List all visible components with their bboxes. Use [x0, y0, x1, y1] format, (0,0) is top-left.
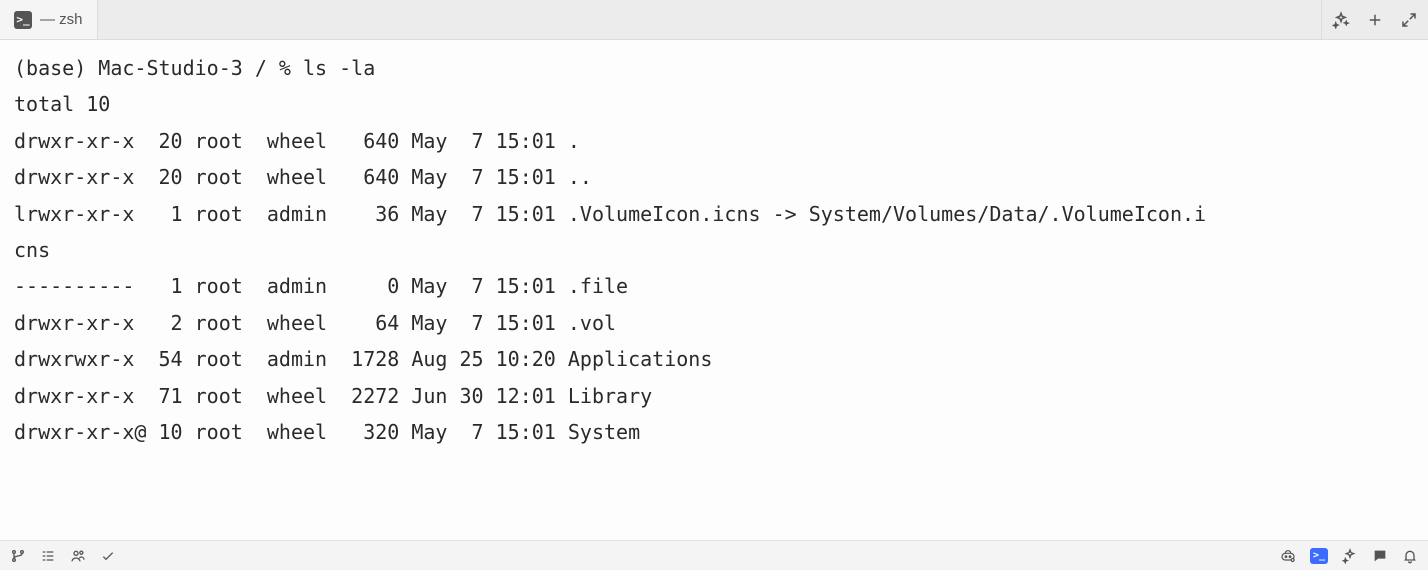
tab-title: — zsh: [40, 11, 83, 28]
tabbar-actions: [1321, 0, 1428, 39]
accounts-icon[interactable]: [70, 548, 86, 564]
bell-icon[interactable]: [1402, 548, 1418, 564]
sparkle-icon[interactable]: [1332, 11, 1350, 29]
plus-icon[interactable]: [1366, 11, 1384, 29]
branch-icon[interactable]: [10, 548, 26, 564]
terminal-badge-icon[interactable]: >_: [1310, 548, 1328, 564]
chat-icon[interactable]: [1372, 548, 1388, 564]
terminal-output[interactable]: (base) Mac-Studio-3 / % ls -la total 10 …: [0, 40, 1428, 540]
outline-icon[interactable]: [40, 548, 56, 564]
tabbar-spacer: [98, 0, 1321, 39]
copilot-icon[interactable]: [1280, 548, 1296, 564]
status-sparkle-icon[interactable]: [1342, 548, 1358, 564]
terminal-tab[interactable]: >_ — zsh: [0, 0, 98, 39]
expand-icon[interactable]: [1400, 11, 1418, 29]
tab-bar: >_ — zsh: [0, 0, 1428, 40]
terminal-icon: >_: [14, 11, 32, 29]
status-bar: >_: [0, 540, 1428, 570]
check-icon[interactable]: [100, 548, 116, 564]
